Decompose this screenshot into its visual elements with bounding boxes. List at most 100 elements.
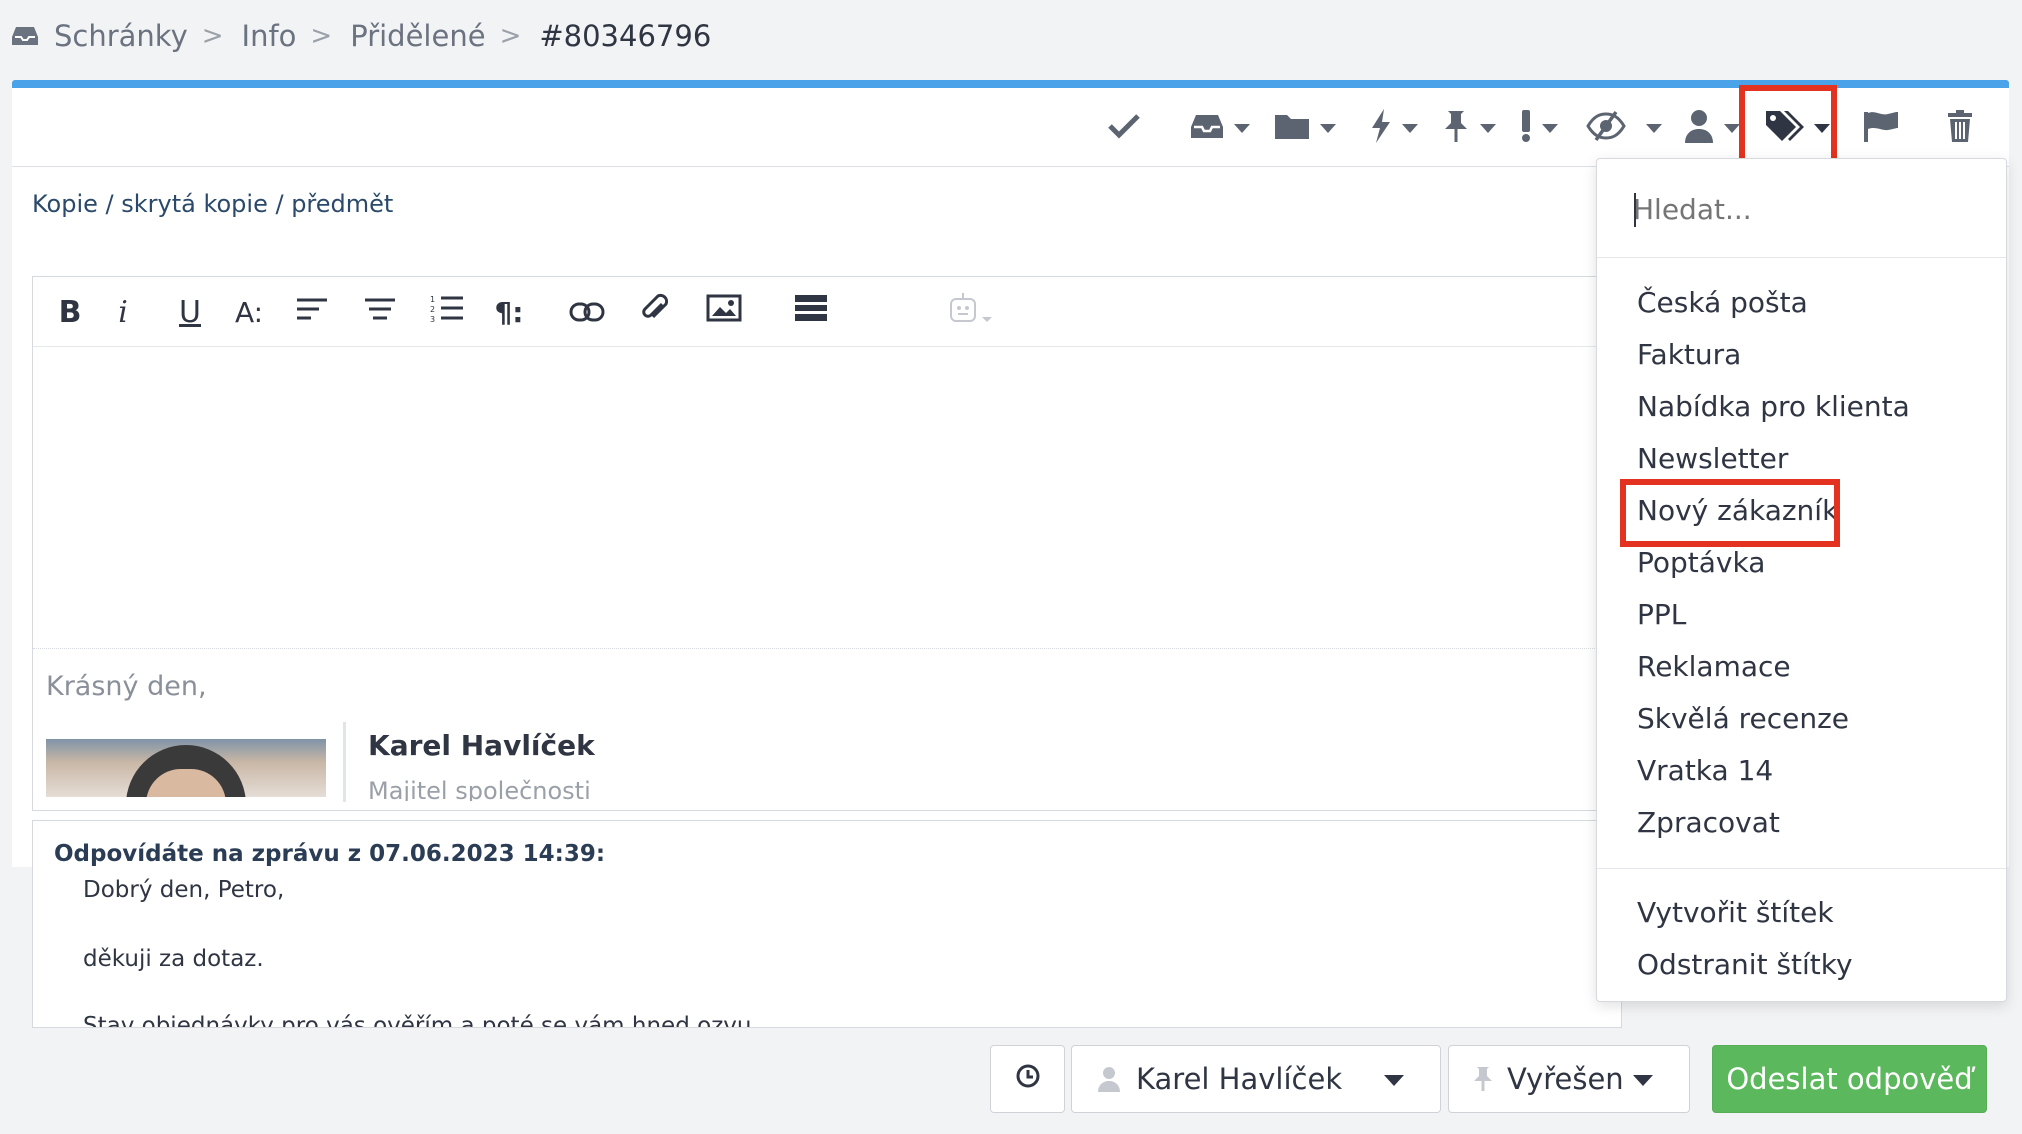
trash-icon xyxy=(1947,110,1973,146)
create-tag-option[interactable]: Vytvořit štítek xyxy=(1637,893,1834,933)
breadcrumb-schranky[interactable]: Schránky xyxy=(54,19,188,53)
paragraph-format-button[interactable]: ¶: xyxy=(489,295,529,329)
italic-button[interactable]: i xyxy=(108,295,138,330)
assign-user-button[interactable] xyxy=(1684,108,1740,148)
tag-option[interactable]: Reklamace xyxy=(1637,647,1791,687)
tag-option[interactable]: Poptávka xyxy=(1637,543,1765,583)
user-icon xyxy=(1684,109,1714,147)
signature-separator xyxy=(343,722,346,802)
accent-bar xyxy=(12,80,2009,88)
template-icon xyxy=(794,294,828,330)
paperclip-icon xyxy=(640,292,670,332)
user-icon xyxy=(1098,1066,1120,1092)
svg-text:3: 3 xyxy=(430,315,435,322)
breadcrumb-pridelene[interactable]: Přidělené xyxy=(350,19,485,53)
flag-icon xyxy=(1863,110,1899,146)
list-ordered-icon: 123 xyxy=(430,294,464,330)
tags-button[interactable] xyxy=(1764,108,1830,148)
quoted-message: Odpovídáte na zprávu z 07.06.2023 14:39:… xyxy=(32,820,1622,1028)
signature-greeting: Krásný den, xyxy=(46,671,207,702)
align-left-button[interactable] xyxy=(295,295,329,329)
breadcrumb-separator: > xyxy=(499,21,522,51)
chevron-down-icon xyxy=(1234,123,1250,133)
folder-button[interactable] xyxy=(1274,108,1336,148)
dropdown-divider xyxy=(1597,868,2006,869)
tag-search-input[interactable] xyxy=(1633,187,1973,231)
assignee-name: Karel Havlíček xyxy=(1136,1062,1343,1096)
tag-dropdown: Česká pošta Faktura Nabídka pro klienta … xyxy=(1596,158,2007,1002)
delete-button[interactable] xyxy=(1947,108,1973,148)
tag-option[interactable]: Vratka 14 xyxy=(1637,751,1773,791)
breadcrumb: Schránky > Info > Přidělené > #80346796 xyxy=(12,14,711,58)
exclamation-icon xyxy=(1520,109,1532,147)
inbox-icon xyxy=(1190,112,1224,144)
priority-button[interactable] xyxy=(1520,108,1558,148)
resolve-button[interactable] xyxy=(1107,108,1141,148)
tag-option[interactable]: Nabídka pro klienta xyxy=(1637,387,1910,427)
align-center-button[interactable] xyxy=(363,295,397,329)
svg-text:1: 1 xyxy=(430,295,435,304)
chevron-down-icon xyxy=(1384,1075,1404,1086)
tag-option[interactable]: Zpracovat xyxy=(1637,803,1780,843)
status-select[interactable]: Vyřešen xyxy=(1448,1045,1690,1113)
eye-slash-icon xyxy=(1586,110,1626,146)
quote-line: Dobrý den, Petro, xyxy=(83,877,285,903)
reply-editor[interactable]: B i U A: 123 ¶: Krásný den, Karel Havlíč… xyxy=(32,276,1622,811)
editor-toolbar: B i U A: 123 ¶: xyxy=(33,277,1621,347)
font-size-button[interactable]: A: xyxy=(229,295,269,329)
chevron-down-icon xyxy=(1814,123,1830,133)
breadcrumb-separator: > xyxy=(310,21,333,51)
tags-icon xyxy=(1764,109,1804,147)
emoji-button[interactable] xyxy=(948,293,994,329)
tag-option[interactable]: Faktura xyxy=(1637,335,1741,375)
editor-body[interactable] xyxy=(33,348,1621,648)
chevron-down-icon xyxy=(1542,123,1558,133)
pin-button[interactable] xyxy=(1442,108,1496,148)
image-icon xyxy=(706,294,742,330)
underline-button[interactable]: U xyxy=(175,295,205,330)
template-button[interactable] xyxy=(793,295,829,329)
chevron-down-icon xyxy=(1724,123,1740,133)
tag-option-novy-zakaznik[interactable]: Nový zákazník xyxy=(1637,491,1838,531)
attachment-button[interactable] xyxy=(638,292,672,332)
bottom-action-bar: Karel Havlíček Vyřešen Odeslat odpověď xyxy=(12,1040,2009,1134)
ticket-toolbar xyxy=(12,88,2009,167)
automation-button[interactable] xyxy=(1370,108,1418,148)
insert-image-button[interactable] xyxy=(705,294,743,330)
visibility-button[interactable] xyxy=(1586,108,1662,148)
clock-icon xyxy=(1015,1062,1041,1096)
chevron-down-icon xyxy=(1402,123,1418,133)
flag-button[interactable] xyxy=(1863,108,1899,148)
text-cursor xyxy=(1634,193,1636,227)
breadcrumb-separator: > xyxy=(201,21,224,51)
assignee-select[interactable]: Karel Havlíček xyxy=(1071,1045,1441,1113)
link-icon xyxy=(569,295,605,330)
tag-option[interactable]: Skvělá recenze xyxy=(1637,699,1849,739)
tag-option[interactable]: PPL xyxy=(1637,595,1686,635)
chevron-down-icon xyxy=(1320,123,1336,133)
pin-icon xyxy=(1473,1066,1493,1092)
breadcrumb-info[interactable]: Info xyxy=(242,19,297,53)
bold-button[interactable]: B xyxy=(55,295,85,330)
link-button[interactable] xyxy=(568,295,606,329)
status-value: Vyřešen xyxy=(1507,1062,1624,1096)
folder-icon xyxy=(1274,111,1310,145)
chevron-down-icon xyxy=(1480,123,1496,133)
signature-name: Karel Havlíček xyxy=(368,729,595,762)
align-center-icon xyxy=(364,295,396,330)
tag-option[interactable]: Newsletter xyxy=(1637,439,1788,479)
send-reply-button[interactable]: Odeslat odpověď xyxy=(1712,1045,1987,1113)
bolt-icon xyxy=(1370,109,1392,147)
ordered-list-button[interactable]: 123 xyxy=(429,295,465,329)
quote-header: Odpovídáte na zprávu z 07.06.2023 14:39: xyxy=(54,841,606,867)
signature-photo xyxy=(46,739,326,797)
svg-text:2: 2 xyxy=(430,305,435,314)
cc-bcc-subject-link[interactable]: Kopie / skrytá kopie / předmět xyxy=(32,190,393,218)
tag-option[interactable]: Česká pošta xyxy=(1637,283,1808,323)
move-inbox-button[interactable] xyxy=(1190,108,1250,148)
pin-icon xyxy=(1442,109,1470,147)
breadcrumb-ticket-id: #80346796 xyxy=(539,19,712,53)
emoji-icon xyxy=(948,291,994,333)
remove-tags-option[interactable]: Odstranit štítky xyxy=(1637,945,1853,985)
snooze-button[interactable] xyxy=(990,1045,1065,1113)
